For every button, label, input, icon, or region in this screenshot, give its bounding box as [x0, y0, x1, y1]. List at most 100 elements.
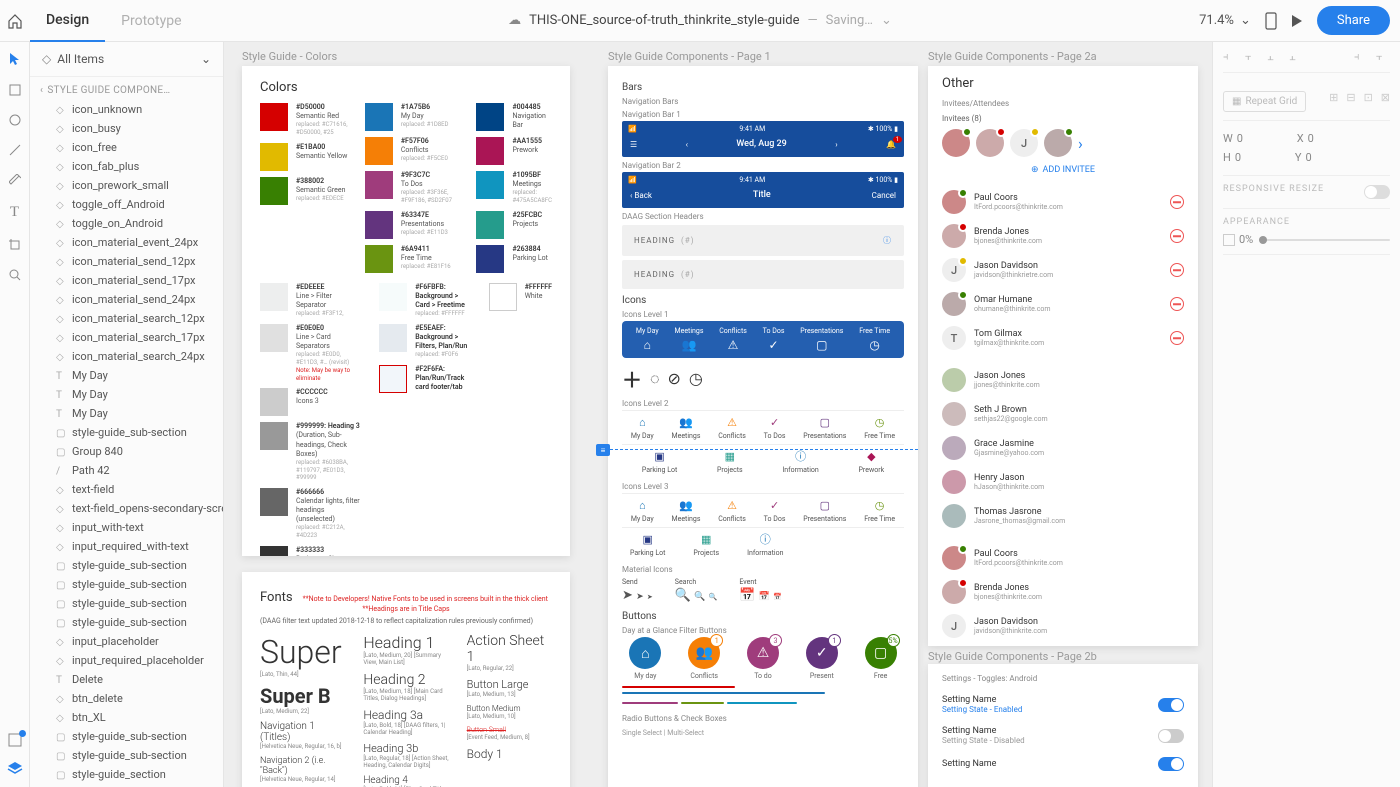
layer-item[interactable]: TMy Day	[30, 385, 223, 404]
repeat-grid-button[interactable]: ▦ Repeat Grid	[1223, 91, 1306, 112]
artboard-page-2a[interactable]: Other Invitees/Attendees Invitees (8) J›…	[928, 66, 1198, 646]
line-tool[interactable]	[9, 144, 21, 156]
chevron-right-icon[interactable]: ›	[1078, 134, 1083, 153]
layer-item[interactable]: /Path 42	[30, 461, 223, 480]
layer-item[interactable]: ▢style-guide_sub-section	[30, 556, 223, 575]
person-row[interactable]: JJason Davidsonjavidson@thinkrietre.com	[942, 253, 1184, 287]
select-tool[interactable]	[9, 52, 21, 66]
layer-item[interactable]: ▢style-guide_sub-section	[30, 727, 223, 746]
avatar[interactable]	[1044, 129, 1072, 157]
ellipse-tool[interactable]	[9, 114, 21, 126]
layer-item[interactable]: ◇icon_material_send_24px	[30, 290, 223, 309]
layer-item[interactable]: ◇text-field	[30, 480, 223, 499]
filter-button[interactable]: ⌂	[629, 637, 661, 669]
person-row[interactable]: TTom Gilmaxtgilmax@thinkrite.com	[942, 321, 1184, 355]
person-row[interactable]: Grace JasmineGjasmine@yahoo.com	[942, 431, 1184, 465]
tab-design[interactable]: Design	[30, 0, 105, 42]
text-tool[interactable]: T	[10, 204, 19, 221]
layer-item[interactable]: ◇icon_unknown	[30, 100, 223, 119]
person-row[interactable]: Paul CoorsItFord.pcoors@thinkrite.com	[942, 541, 1184, 575]
layer-item[interactable]: ▢style-guide_sub-section	[30, 423, 223, 442]
align-right-icon[interactable]: ⫠	[1267, 50, 1281, 64]
zoom-tool[interactable]	[9, 269, 21, 281]
layer-item[interactable]: ◇icon_prework_small	[30, 176, 223, 195]
layer-item[interactable]: ◇input_required_with-text	[30, 537, 223, 556]
assets-icon[interactable]	[8, 733, 22, 747]
person-row[interactable]: Henry JasonhJason@thinkrite.com	[942, 465, 1184, 499]
person-row[interactable]: Paul CoorsItFord.pcoors@thinkrite.com	[942, 185, 1184, 219]
layer-item[interactable]: ◇icon_material_send_17px	[30, 271, 223, 290]
intersect-icon[interactable]: ⊡	[1364, 91, 1373, 104]
filter-button[interactable]: ✓1	[806, 637, 838, 669]
avatar[interactable]	[942, 129, 970, 157]
avatar[interactable]: J	[1010, 129, 1038, 157]
remove-icon[interactable]	[1170, 263, 1184, 277]
layer-item[interactable]: ▢style-guide_sub-section	[30, 575, 223, 594]
person-row[interactable]: JJason Davidsonjavidson@thinkrite.com	[942, 609, 1184, 643]
width-input[interactable]	[1237, 132, 1277, 145]
layer-item[interactable]: ◇input_placeholder	[30, 632, 223, 651]
layer-item[interactable]: ◇icon_material_search_17px	[30, 328, 223, 347]
artboard-fonts[interactable]: Fonts **Note to Developers! Native Fonts…	[242, 572, 570, 787]
setting-toggle[interactable]	[1158, 757, 1184, 771]
exclude-icon[interactable]: ⊠	[1381, 91, 1390, 104]
setting-toggle[interactable]	[1158, 729, 1184, 743]
home-icon[interactable]	[0, 13, 30, 29]
filter-button[interactable]: ⚠3	[747, 637, 779, 669]
opacity-slider[interactable]	[1259, 239, 1390, 241]
device-preview-icon[interactable]	[1265, 12, 1277, 30]
tab-prototype[interactable]: Prototype	[105, 0, 197, 42]
person-row[interactable]: Seth J Brownsethjas22@google.com	[942, 397, 1184, 431]
add-icon[interactable]: ⊞	[1329, 91, 1338, 104]
layer-item[interactable]: ◇input_with-text	[30, 518, 223, 537]
artboard-page-2b[interactable]: Settings - Toggles: Android Setting Name…	[928, 664, 1198, 787]
artboard-colors[interactable]: Colors #D50000Semantic Redreplaced: #C71…	[242, 66, 570, 556]
layer-item[interactable]: TMy Day	[30, 366, 223, 385]
person-row[interactable]: Thomas JasroneJasrone_thomas@gmail.com	[942, 499, 1184, 533]
layer-item[interactable]: ◇icon_material_search_24px	[30, 347, 223, 366]
layer-item[interactable]: TMy Day	[30, 404, 223, 423]
layer-item[interactable]: ◇icon_material_send_12px	[30, 252, 223, 271]
artboard-components-1[interactable]: Bars Navigation Bars Navigation Bar 1 📶9…	[608, 66, 918, 787]
layer-group-header[interactable]: ‹STYLE GUIDE COMPONE…	[30, 81, 223, 100]
layer-item[interactable]: ▢style-guide_sub-section	[30, 594, 223, 613]
layer-item[interactable]: ◇icon_material_event_24px	[30, 233, 223, 252]
layer-item[interactable]: ◇btn_XL	[30, 708, 223, 727]
subtract-icon[interactable]: ⊟	[1346, 91, 1355, 104]
person-row[interactable]: Brenda Jonesbjones@thinkrite.com	[942, 575, 1184, 609]
remove-icon[interactable]	[1170, 229, 1184, 243]
rectangle-tool[interactable]	[9, 84, 21, 96]
person-row[interactable]: Omar Humaneohumane@thinkrite.com	[942, 287, 1184, 321]
artboard-label[interactable]: Style Guide Components - Page 2b	[928, 650, 1097, 663]
distribute-h-icon[interactable]: ⫞	[1354, 50, 1368, 64]
share-button[interactable]: Share	[1317, 6, 1390, 35]
align-center-h-icon[interactable]: ⫟	[1245, 50, 1259, 64]
x-input[interactable]	[1308, 132, 1348, 145]
layer-item[interactable]: ◇icon_fab_plus	[30, 157, 223, 176]
filter-button[interactable]: 👥1	[688, 637, 720, 669]
layer-item[interactable]: ◇btn_delete	[30, 689, 223, 708]
artboard-label[interactable]: Style Guide Components - Page 2a	[928, 50, 1097, 63]
avatar[interactable]	[976, 129, 1004, 157]
person-row[interactable]: Jason Jonesjjones@thinkrite.com	[942, 363, 1184, 397]
layers-icon[interactable]	[7, 761, 23, 775]
layer-item[interactable]: ◇icon_material_search_12px	[30, 309, 223, 328]
selection-badge[interactable]: ≡	[596, 444, 610, 456]
remove-icon[interactable]	[1170, 331, 1184, 345]
align-top-icon[interactable]: ⫠	[1289, 50, 1303, 64]
height-input[interactable]	[1235, 151, 1275, 164]
layer-item[interactable]: ◇toggle_off_Android	[30, 195, 223, 214]
add-invitee-button[interactable]: ⊕ADD INVITEE	[942, 165, 1184, 175]
responsive-resize-toggle[interactable]	[1364, 185, 1390, 199]
layer-item[interactable]: ▢style-guide_section	[30, 765, 223, 784]
layer-item[interactable]: ▢Group 840	[30, 442, 223, 461]
chevron-down-icon[interactable]: ⌄	[881, 13, 892, 28]
distribute-v-icon[interactable]: ⫟	[1376, 50, 1390, 64]
layer-item[interactable]: TDelete	[30, 670, 223, 689]
opacity-swatch[interactable]	[1223, 234, 1235, 246]
remove-icon[interactable]	[1170, 195, 1184, 209]
play-icon[interactable]	[1291, 14, 1303, 28]
canvas[interactable]: Style Guide - Colors Colors #D50000Seman…	[224, 42, 1212, 787]
layer-item[interactable]: ◇toggle_on_Android	[30, 214, 223, 233]
document-title[interactable]: THIS-ONE_source-of-truth_thinkrite_style…	[529, 13, 799, 28]
